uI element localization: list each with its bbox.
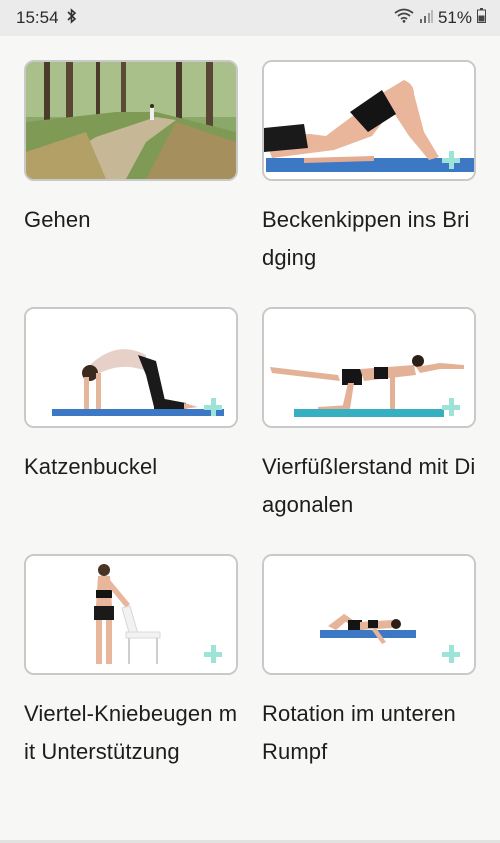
exercise-card-quarter-squat[interactable]: Viertel-Kniebeugen mit Unterstützung [24, 554, 238, 801]
add-icon [442, 398, 460, 416]
exercise-title: Rotation im unteren Rumpf [262, 701, 456, 764]
exercise-thumbnail[interactable] [24, 60, 238, 181]
status-bar: 15:54 51% [0, 0, 500, 36]
exercise-card-quadruped-diagonal[interactable]: Vierfüßlerstand mit Diagonalen [262, 307, 476, 554]
exercise-grid: Gehen Beckenkippen ins Bridging Katzenbu… [24, 60, 476, 801]
exercise-card-walking[interactable]: Gehen [24, 60, 238, 307]
exercise-card-lower-trunk-rotation[interactable]: Rotation im unteren Rumpf [262, 554, 476, 801]
add-icon [442, 151, 460, 169]
exercise-title: Beckenkippen ins Bridging [262, 207, 470, 270]
exercise-thumbnail[interactable] [24, 307, 238, 428]
status-left: 15:54 [16, 7, 78, 29]
exercise-thumbnail[interactable] [262, 307, 476, 428]
forest-path-image [26, 62, 236, 179]
exercise-list: Gehen Beckenkippen ins Bridging Katzenbu… [0, 36, 500, 843]
wifi-icon [394, 8, 414, 28]
exercise-card-bridging[interactable]: Beckenkippen ins Bridging [262, 60, 476, 307]
battery-percent: 51% [437, 8, 472, 27]
bluetooth-icon [66, 7, 78, 29]
add-icon [442, 645, 460, 663]
exercise-title: Katzenbuckel [24, 454, 158, 479]
exercise-title: Viertel-Kniebeugen mit Unterstützung [24, 701, 238, 764]
signal-icon [419, 8, 433, 28]
status-right: 51% [394, 8, 486, 28]
exercise-title: Vierfüßlerstand mit Diagonalen [262, 454, 476, 517]
clock: 15:54 [16, 8, 59, 27]
exercise-card-cat-back[interactable]: Katzenbuckel [24, 307, 238, 554]
exercise-thumbnail[interactable] [262, 60, 476, 181]
battery-icon [477, 8, 486, 28]
exercise-thumbnail[interactable] [24, 554, 238, 675]
exercise-title: Gehen [24, 207, 91, 232]
exercise-thumbnail[interactable] [262, 554, 476, 675]
add-icon [204, 398, 222, 416]
add-icon [204, 645, 222, 663]
